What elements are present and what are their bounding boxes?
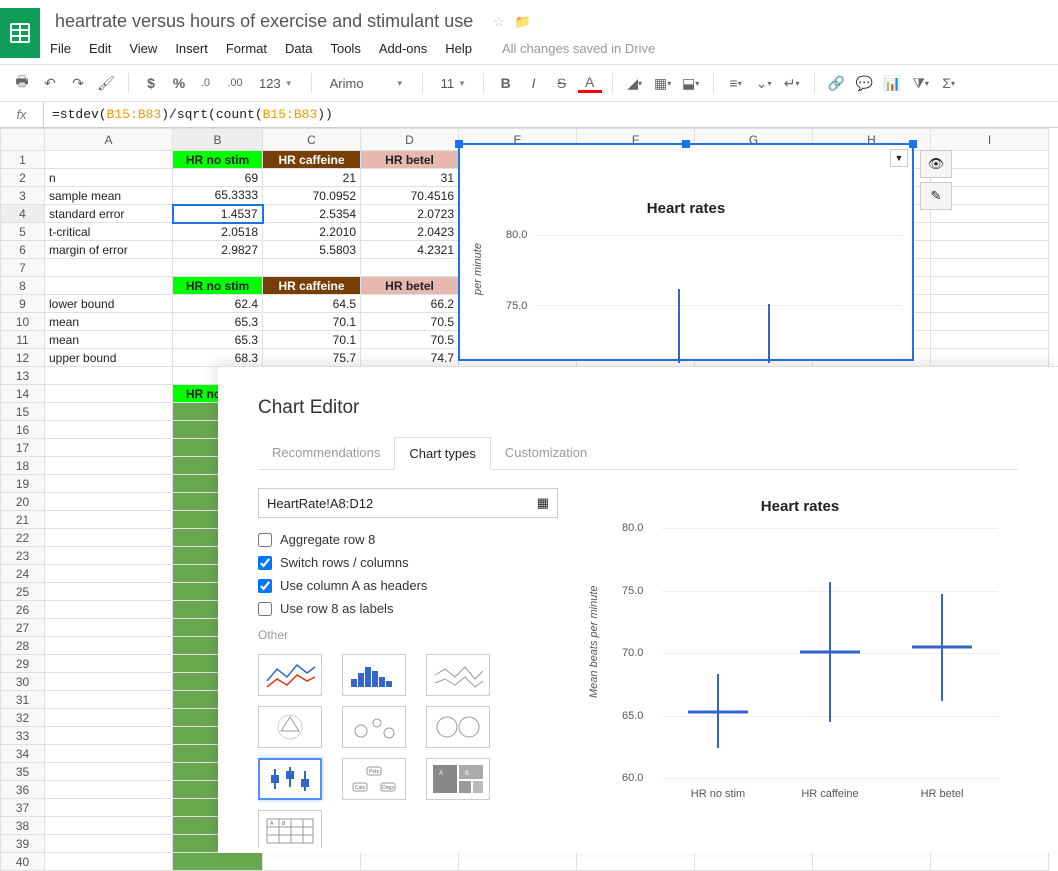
more-formats[interactable]: 123 ▼: [251, 76, 301, 91]
chart-type-treemap[interactable]: AB: [426, 758, 490, 800]
text-color-icon[interactable]: A: [578, 73, 602, 93]
font-size-select[interactable]: 11▼: [433, 76, 473, 91]
wrap-icon[interactable]: ↵▾: [780, 71, 804, 95]
borders-icon[interactable]: ▦▾: [651, 71, 675, 95]
svg-text:B: B: [282, 821, 286, 827]
percent-icon[interactable]: %: [167, 71, 191, 95]
chart-preview: Heart rates Mean beats per minute 60.065…: [592, 498, 1008, 818]
chart-type-section: Other: [258, 628, 558, 642]
menu-data[interactable]: Data: [285, 41, 312, 56]
bold-icon[interactable]: B: [494, 71, 518, 95]
menubar: File Edit View Insert Format Data Tools …: [50, 35, 1058, 64]
formula-input[interactable]: =stdev(B15:B83)/sqrt(count(B15:B83)): [44, 107, 1058, 122]
redo-icon[interactable]: ↷: [66, 71, 90, 95]
italic-icon[interactable]: I: [522, 71, 546, 95]
save-status: All changes saved in Drive: [502, 41, 655, 56]
grid-select-icon[interactable]: ▦: [537, 495, 549, 511]
chart-type-line[interactable]: [258, 654, 322, 696]
chart-type-bubble[interactable]: [342, 706, 406, 748]
svg-text:A: A: [270, 821, 274, 827]
menu-edit[interactable]: Edit: [89, 41, 111, 56]
chart-editor-dialog: Chart Editor Recommendations Chart types…: [218, 366, 1058, 853]
comment-icon[interactable]: 💬: [853, 71, 877, 95]
quick-edit-icon[interactable]: ✎: [920, 182, 952, 210]
opt-switch[interactable]: Switch rows / columns: [258, 551, 558, 574]
dec-decrease-icon[interactable]: .0: [195, 71, 219, 95]
folder-icon[interactable]: 📁: [515, 14, 531, 30]
col-C[interactable]: C: [263, 129, 361, 151]
svg-text:Pets: Pets: [369, 769, 380, 775]
chart-dropdown-icon[interactable]: ▼: [890, 149, 908, 167]
opt-aggregate[interactable]: Aggregate row 8: [258, 528, 558, 551]
filter-icon[interactable]: ⧩▾: [909, 71, 933, 95]
chart-ylabel: per minute: [472, 243, 484, 295]
merge-icon[interactable]: ⬓▾: [679, 71, 703, 95]
opt-row-8[interactable]: Use row 8 as labels: [258, 597, 558, 620]
valign-icon[interactable]: ⌄▾: [752, 71, 776, 95]
dec-increase-icon[interactable]: .00: [223, 71, 247, 95]
svg-text:Dogs: Dogs: [382, 785, 394, 791]
print-icon[interactable]: 🖶: [10, 71, 34, 95]
tab-recommendations[interactable]: Recommendations: [258, 437, 394, 469]
link-icon[interactable]: 🔗: [825, 71, 849, 95]
col-A[interactable]: A: [45, 129, 173, 151]
svg-text:B: B: [465, 771, 469, 777]
chart-type-histogram[interactable]: [342, 654, 406, 696]
col-B[interactable]: B: [173, 129, 263, 151]
data-range-input[interactable]: HeartRate!A8:D12 ▦: [258, 488, 558, 518]
menu-view[interactable]: View: [129, 41, 157, 56]
undo-icon[interactable]: ↶: [38, 71, 62, 95]
currency-icon[interactable]: $: [139, 71, 163, 95]
svg-text:Cats: Cats: [355, 785, 366, 791]
fx-label: fx: [0, 102, 44, 127]
doc-title-input[interactable]: [50, 8, 485, 35]
chart-type-sparkline[interactable]: [426, 654, 490, 696]
halign-icon[interactable]: ≡▾: [724, 71, 748, 95]
svg-text:A: A: [439, 771, 443, 777]
chart-type-candlestick[interactable]: [258, 758, 322, 800]
chart-type-org[interactable]: Pets Cats Dogs: [342, 758, 406, 800]
chart-title: Heart rates: [460, 200, 912, 217]
menu-tools[interactable]: Tools: [330, 41, 360, 56]
opt-col-a[interactable]: Use column A as headers: [258, 574, 558, 597]
menu-help[interactable]: Help: [445, 41, 472, 56]
menu-file[interactable]: File: [50, 41, 71, 56]
chart-type-radar[interactable]: [258, 706, 322, 748]
menu-insert[interactable]: Insert: [175, 41, 208, 56]
quick-view-icon[interactable]: 👁: [920, 150, 952, 178]
font-select[interactable]: Arimo▼: [322, 76, 412, 91]
menu-addons[interactable]: Add-ons: [379, 41, 427, 56]
chart-editor-title: Chart Editor: [258, 397, 1018, 419]
chart-icon[interactable]: 📊: [881, 71, 905, 95]
star-icon[interactable]: ☆: [493, 14, 505, 30]
toolbar: 🖶 ↶ ↷ 🖌 $ % .0 .00 123 ▼ Arimo▼ 11▼ B I …: [0, 64, 1058, 102]
col-D[interactable]: D: [361, 129, 459, 151]
selected-cell: 1.4537: [173, 205, 263, 223]
embedded-chart[interactable]: ▼ Heart rates 80.0 75.0 per minute: [458, 143, 914, 361]
tab-customization[interactable]: Customization: [491, 437, 601, 469]
fill-color-icon[interactable]: ◢▾: [623, 71, 647, 95]
menu-format[interactable]: Format: [226, 41, 267, 56]
strike-icon[interactable]: S: [550, 71, 574, 95]
chart-type-gauge[interactable]: [426, 706, 490, 748]
col-I[interactable]: I: [931, 129, 1049, 151]
functions-icon[interactable]: Σ▾: [937, 71, 961, 95]
sheets-logo[interactable]: [0, 8, 40, 58]
paint-format-icon[interactable]: 🖌: [94, 71, 118, 95]
tab-chart-types[interactable]: Chart types: [394, 437, 490, 470]
chart-type-table[interactable]: AB: [258, 810, 322, 848]
